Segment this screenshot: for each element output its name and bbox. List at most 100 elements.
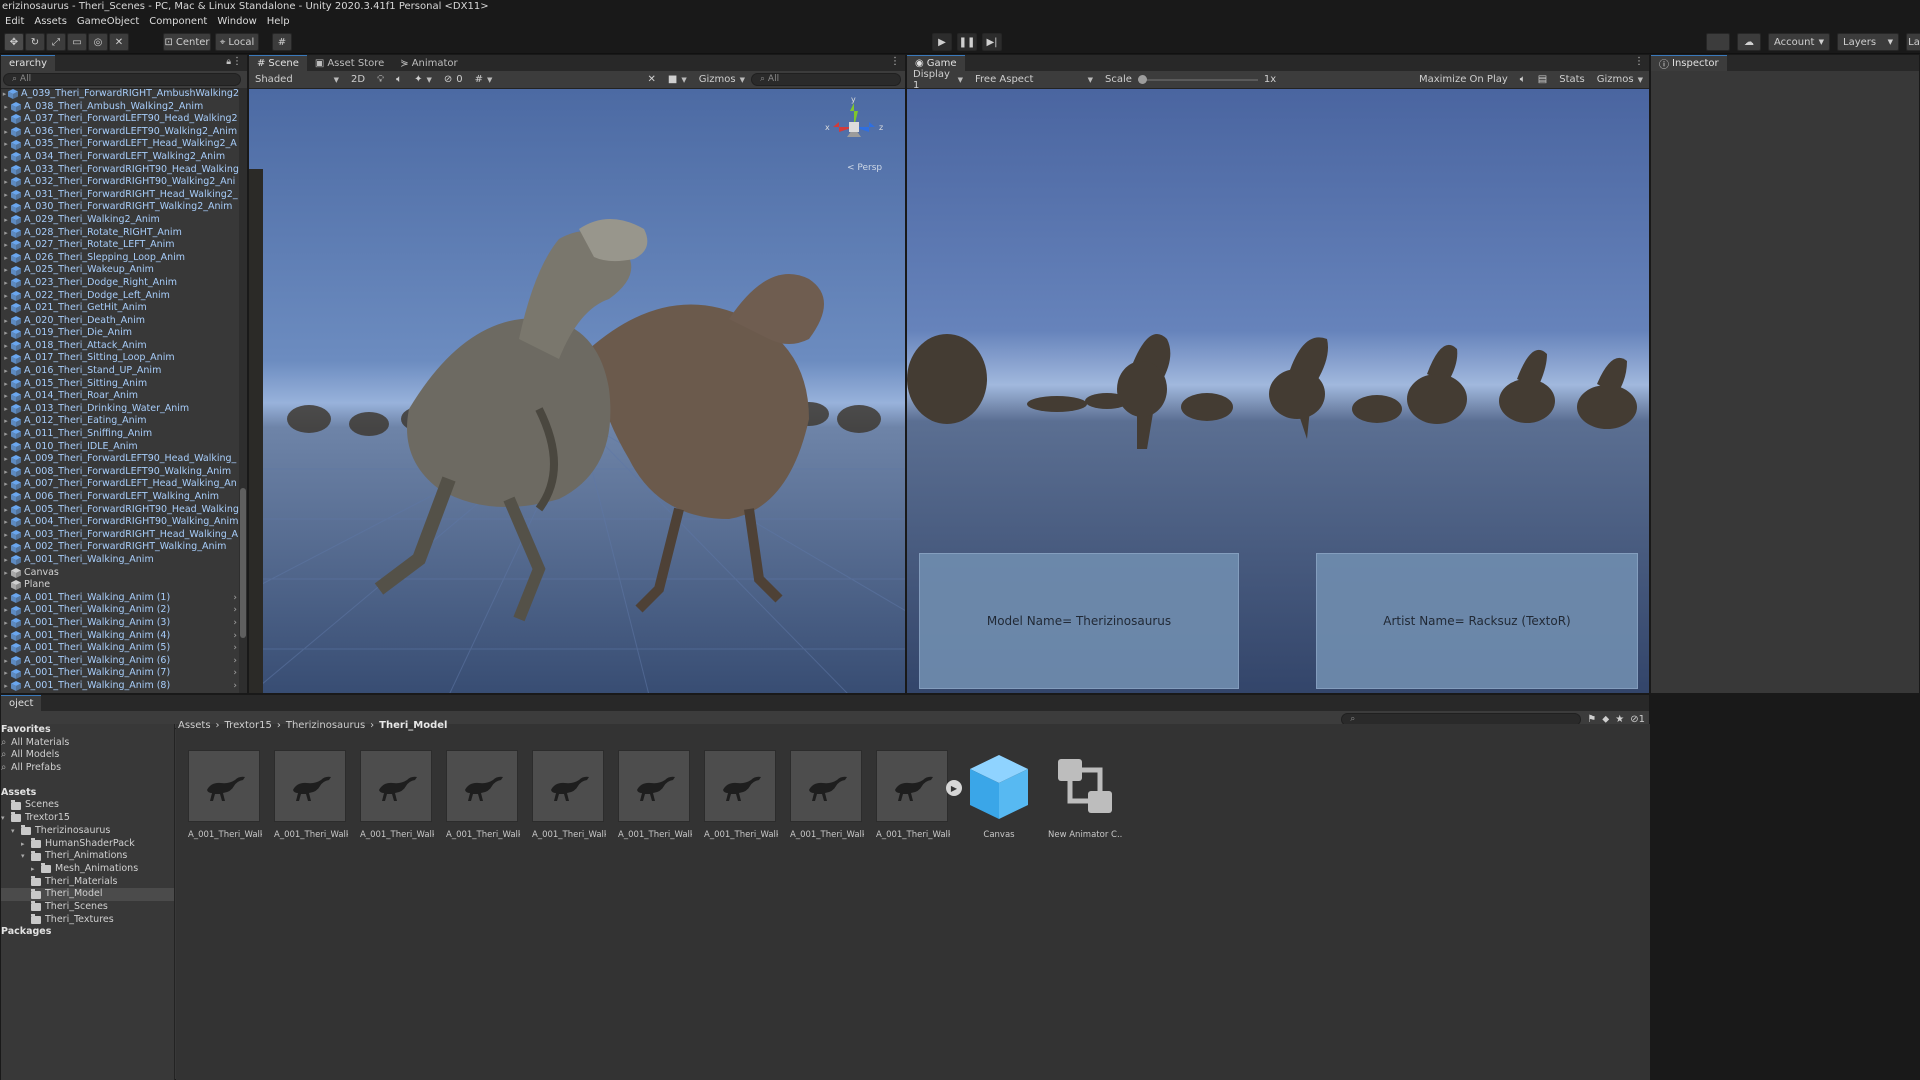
more-menu-icon[interactable]: ⋮: [232, 56, 242, 67]
hierarchy-item[interactable]: ▸ A_033_Theri_ForwardRIGHT90_Head_Walking: [1, 164, 239, 177]
expand-arrow-icon[interactable]: ▸: [1, 176, 11, 189]
hierarchy-item[interactable]: ▸ A_011_Theri_Sniffing_Anim: [1, 428, 239, 441]
expand-arrow-icon[interactable]: ▸: [31, 863, 41, 876]
prefab-open-chevron-icon[interactable]: ›: [233, 655, 237, 668]
hierarchy-item[interactable]: ▸ A_016_Theri_Stand_UP_Anim: [1, 365, 239, 378]
gizmos-dropdown[interactable]: Gizmos ▼: [693, 72, 751, 88]
game-viewport[interactable]: Model Name= Therizinosaurus Artist Name=…: [907, 89, 1649, 693]
prefab-open-chevron-icon[interactable]: ›: [233, 680, 237, 693]
cloud-icon[interactable]: ☁: [1737, 33, 1761, 51]
expand-arrow-icon[interactable]: ▸: [1, 101, 11, 114]
asset-item-model[interactable]: A_001_Theri_Walk...: [704, 750, 778, 840]
transform-tool-icon[interactable]: ◎: [88, 33, 108, 51]
tab-inspector[interactable]: ⓘ Inspector: [1651, 55, 1727, 71]
hierarchy-item[interactable]: ▸ A_026_Theri_Slepping_Loop_Anim: [1, 252, 239, 265]
effects-dropdown[interactable]: ✦ ▼: [408, 72, 438, 88]
hierarchy-scrollbar[interactable]: [239, 88, 247, 693]
expand-arrow-icon[interactable]: ▸: [1, 604, 11, 617]
asset-item-model[interactable]: A_001_Theri_Walk...: [274, 750, 348, 840]
account-dropdown[interactable]: Account ▼: [1768, 33, 1830, 51]
hierarchy-item[interactable]: ▸ A_010_Theri_IDLE_Anim: [1, 441, 239, 454]
hierarchy-prefab-item[interactable]: ▸ A_001_Theri_Walking_Anim (7) ›: [1, 667, 239, 680]
hierarchy-item[interactable]: ▸ A_020_Theri_Death_Anim: [1, 315, 239, 328]
prefab-open-chevron-icon[interactable]: ›: [233, 592, 237, 605]
breadcrumb-item[interactable]: Therizinosaurus: [286, 720, 365, 731]
scrollbar-thumb[interactable]: [240, 488, 246, 638]
folder-tree-item[interactable]: Scenes: [1, 799, 174, 812]
stats-layout-icon[interactable]: ▤: [1532, 72, 1553, 88]
expand-arrow-icon[interactable]: ▸: [1, 264, 11, 277]
expand-arrow-icon[interactable]: ▸: [1, 164, 11, 177]
hierarchy-item[interactable]: ▸ A_031_Theri_ForwardRIGHT_Head_Walking2_: [1, 189, 239, 202]
menu-edit[interactable]: Edit: [0, 16, 29, 27]
hierarchy-item[interactable]: ▸ A_023_Theri_Dodge_Right_Anim: [1, 277, 239, 290]
grid-dropdown[interactable]: # ▼: [469, 72, 499, 88]
favorite-item[interactable]: ⌕ All Prefabs: [1, 762, 174, 775]
orientation-gizmo[interactable]: y x z: [819, 97, 889, 157]
hierarchy-search-input[interactable]: ⌕ All: [3, 73, 241, 86]
display-dropdown[interactable]: Display 1 ▼: [907, 69, 969, 91]
hierarchy-prefab-item[interactable]: ▸ A_001_Theri_Walking_Anim (4) ›: [1, 630, 239, 643]
hierarchy-item[interactable]: ▸ A_015_Theri_Sitting_Anim: [1, 378, 239, 391]
expand-arrow-icon[interactable]: ▸: [1, 277, 11, 290]
hierarchy-item[interactable]: ▸ A_030_Theri_ForwardRIGHT_Walking2_Anim: [1, 201, 239, 214]
maximize-on-play-toggle[interactable]: Maximize On Play: [1413, 72, 1514, 88]
pivot-local-toggle[interactable]: ⌖ Local: [215, 33, 259, 51]
asset-item-model[interactable]: A_001_Theri_Walk...: [446, 750, 520, 840]
custom-tool-icon[interactable]: ✕: [109, 33, 129, 51]
move-tool-icon[interactable]: ✥: [4, 33, 24, 51]
lock-icon[interactable]: 🔒︎: [226, 57, 231, 67]
expand-arrow-icon[interactable]: ▸: [1, 642, 11, 655]
expand-arrow-icon[interactable]: ▸: [1, 315, 11, 328]
hierarchy-prefab-item[interactable]: ▸ A_001_Theri_Walking_Anim (3) ›: [1, 617, 239, 630]
expand-arrow-icon[interactable]: ▸: [1, 390, 11, 403]
favorites-header[interactable]: Favorites: [1, 724, 174, 737]
expand-arrow-icon[interactable]: ▸: [1, 453, 11, 466]
hierarchy-item[interactable]: ▸ A_019_Theri_Die_Anim: [1, 327, 239, 340]
expand-arrow-icon[interactable]: ▸: [1, 415, 11, 428]
expand-arrow-icon[interactable]: ▸: [1, 516, 11, 529]
expand-arrow-icon[interactable]: ▸: [1, 214, 11, 227]
menu-help[interactable]: Help: [262, 16, 295, 27]
breadcrumb-item[interactable]: Theri_Model: [379, 720, 447, 731]
tab-project[interactable]: oject: [1, 695, 42, 711]
hierarchy-item[interactable]: ▸ A_025_Theri_Wakeup_Anim: [1, 264, 239, 277]
hierarchy-item[interactable]: ▸ A_038_Theri_Ambush_Walking2_Anim: [1, 101, 239, 114]
expand-arrow-icon[interactable]: ▸: [1, 151, 11, 164]
hierarchy-object-item[interactable]: ▸ Canvas: [1, 567, 239, 580]
perspective-label[interactable]: < Persp: [847, 163, 882, 173]
scene-viewport[interactable]: y x z < Persp: [249, 89, 905, 693]
step-button[interactable]: ▶|: [982, 33, 1002, 51]
expand-arrow-icon[interactable]: ▸: [1, 227, 11, 240]
hierarchy-item[interactable]: ▸ A_007_Theri_ForwardLEFT_Head_Walking_An: [1, 478, 239, 491]
hierarchy-item[interactable]: ▸ A_018_Theri_Attack_Anim: [1, 340, 239, 353]
expand-arrow-icon[interactable]: ▸: [1, 567, 11, 580]
favorite-item[interactable]: ⌕ All Models: [1, 749, 174, 762]
breadcrumb-item[interactable]: Trextor15: [225, 720, 272, 731]
tab-scene[interactable]: # Scene: [249, 55, 307, 71]
expand-arrow-icon[interactable]: ▾: [1, 812, 11, 825]
tools-icon[interactable]: ✕: [642, 72, 662, 88]
expand-arrow-icon[interactable]: ▸: [1, 466, 11, 479]
hierarchy-item[interactable]: ▸ A_013_Theri_Drinking_Water_Anim: [1, 403, 239, 416]
breadcrumb-item[interactable]: Assets: [178, 720, 211, 731]
expand-arrow-icon[interactable]: ▸: [1, 592, 11, 605]
asset-item-model[interactable]: A_001_Theri_Walk...: [532, 750, 606, 840]
hierarchy-item[interactable]: ▸ A_034_Theri_ForwardLEFT_Walking2_Anim: [1, 151, 239, 164]
scale-tool-icon[interactable]: ⤢: [46, 33, 66, 51]
prefab-open-chevron-icon[interactable]: ›: [233, 667, 237, 680]
expand-arrow-icon[interactable]: ▸: [1, 655, 11, 668]
hierarchy-item[interactable]: ▸ A_036_Theri_ForwardLEFT90_Walking2_Anim: [1, 126, 239, 139]
expand-arrow-icon[interactable]: ▸: [1, 491, 11, 504]
menu-assets[interactable]: Assets: [29, 16, 72, 27]
menu-component[interactable]: Component: [144, 16, 212, 27]
scale-slider[interactable]: [1137, 73, 1258, 87]
asset-item-canvas[interactable]: Canvas: [962, 750, 1036, 840]
layers-dropdown[interactable]: Layers ▼: [1837, 33, 1899, 51]
shading-mode-dropdown[interactable]: Shaded ▼: [249, 72, 345, 88]
mute-audio-icon[interactable]: 🔈︎: [1514, 72, 1532, 88]
hidden-objects-toggle[interactable]: ⊘ 0: [438, 72, 469, 88]
hierarchy-item[interactable]: ▸ A_003_Theri_ForwardRIGHT_Head_Walking_A: [1, 529, 239, 542]
hierarchy-item[interactable]: ▸ A_014_Theri_Roar_Anim: [1, 390, 239, 403]
stats-toggle[interactable]: Stats: [1553, 72, 1591, 88]
